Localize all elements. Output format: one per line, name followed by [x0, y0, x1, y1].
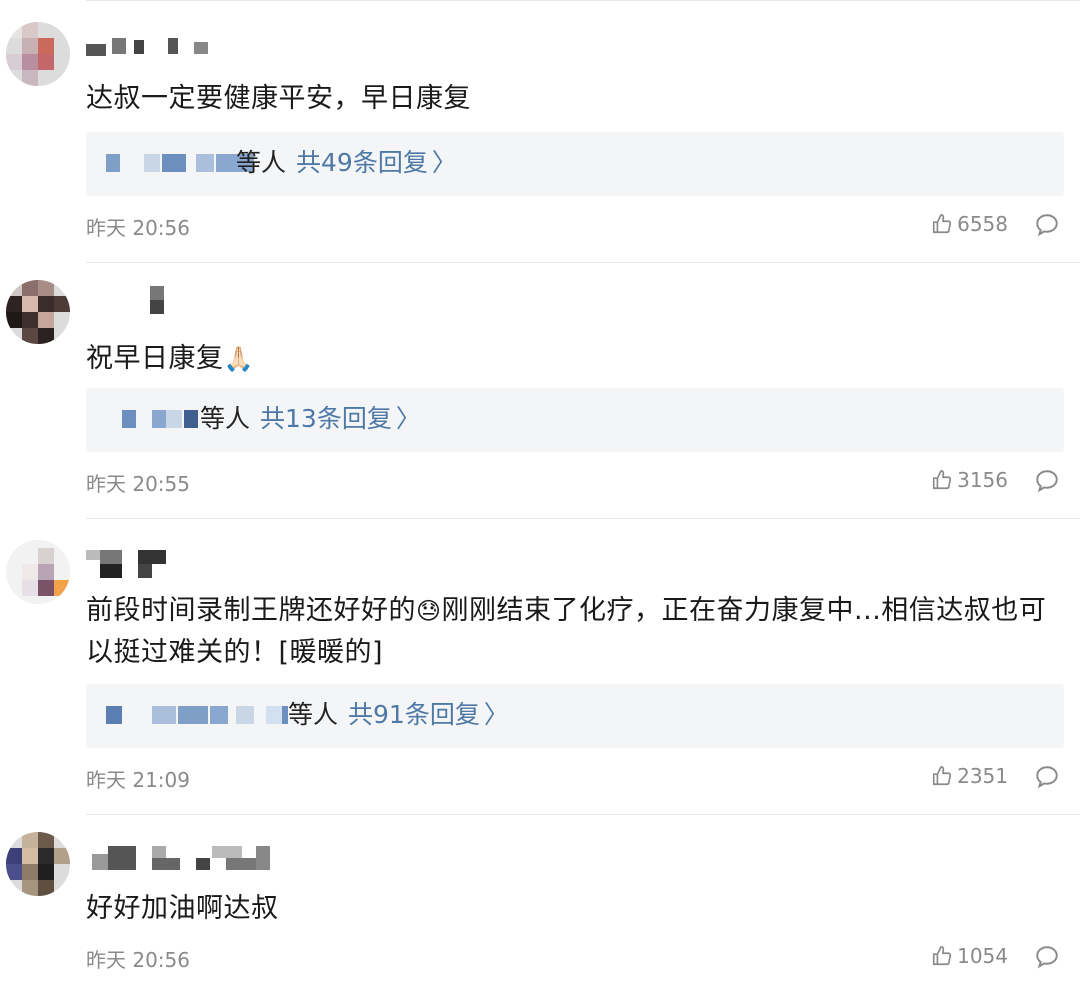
username-obscured[interactable]: [86, 844, 276, 872]
reply-others: 等人: [200, 404, 251, 433]
comment-text-before: 前段时间录制王牌还好好的: [86, 595, 416, 626]
reply-count[interactable]: 共13条回复: [260, 404, 392, 433]
sweat-emoji: 😓: [416, 597, 442, 625]
comment-item: 好好加油啊达叔 昨天 20:56 1054: [0, 814, 1080, 986]
comment-bubble-icon[interactable]: [1034, 212, 1060, 238]
divider: [86, 518, 1080, 519]
comment-text: 好好加油啊达叔: [86, 893, 279, 924]
reply-others: 等人: [288, 700, 339, 729]
comment-item: 前段时间录制王牌还好好的😓刚刚结束了化疗，正在奋力康复中...相信达叔也可以挺过…: [0, 518, 1080, 814]
reply-names-obscured: [106, 410, 206, 430]
like-button[interactable]: 1054: [931, 944, 1008, 968]
like-count: 3156: [957, 468, 1008, 492]
divider: [86, 262, 1080, 263]
thumbs-up-icon: [933, 946, 952, 966]
avatar[interactable]: [6, 540, 70, 604]
thumbs-up-icon: [933, 470, 952, 490]
divider: [86, 814, 1080, 815]
avatar[interactable]: [6, 22, 70, 86]
reply-line[interactable]: 等人 共49条回复〉: [236, 146, 457, 180]
reply-summary[interactable]: 等人 共91条回复〉: [86, 684, 1064, 748]
comment-item: 祝早日康复🙏🏻 等人 共13条回复〉 昨天 20:55 3156: [0, 262, 1080, 518]
reply-count[interactable]: 共91条回复: [348, 700, 480, 729]
reply-count[interactable]: 共49条回复: [296, 148, 428, 177]
reply-summary[interactable]: 等人 共49条回复〉: [86, 132, 1064, 196]
comment-text: 前段时间录制王牌还好好的😓刚刚结束了化疗，正在奋力康复中...相信达叔也可以挺过…: [86, 590, 1056, 674]
chevron-right-icon[interactable]: 〉: [484, 700, 509, 729]
thumbs-up-icon: [933, 214, 952, 234]
reply-names-obscured: [106, 706, 288, 726]
like-button[interactable]: 3156: [931, 468, 1008, 492]
comment-bubble-icon[interactable]: [1034, 468, 1060, 494]
like-count: 1054: [957, 944, 1008, 968]
comment-time: 昨天 20:55: [86, 472, 190, 496]
comment-time: 昨天 20:56: [86, 216, 190, 240]
comment-feed: 达叔一定要健康平安，早日康复 等人共49条回复〉 昨天 20:56 6558: [0, 0, 1080, 986]
reply-names-obscured: [106, 154, 254, 174]
comment-text: 达叔一定要健康平安，早日康复: [86, 83, 471, 114]
comment-text: 祝早日康复🙏🏻: [86, 338, 1056, 380]
chevron-right-icon[interactable]: 〉: [396, 404, 421, 433]
comment-item: 达叔一定要健康平安，早日康复 等人 共49条回复〉 昨天 20:56 6558: [0, 0, 1080, 262]
comment-time: 昨天 21:09: [86, 768, 190, 792]
chevron-right-icon[interactable]: 〉: [432, 148, 457, 177]
reply-line[interactable]: 等人 共13条回复〉: [200, 402, 421, 436]
avatar[interactable]: [6, 280, 70, 344]
avatar[interactable]: [6, 832, 70, 896]
comment-time: 昨天 20:56: [86, 948, 190, 972]
reply-others: 等人: [236, 148, 287, 177]
reply-summary[interactable]: 等人 共13条回复〉: [86, 388, 1064, 452]
divider: [86, 0, 1080, 1]
like-button[interactable]: 2351: [931, 764, 1008, 788]
comment-bubble-icon[interactable]: [1034, 764, 1060, 790]
reply-line[interactable]: 等人 共91条回复〉: [288, 698, 509, 732]
comment-text-main: 祝早日康复: [86, 343, 224, 374]
thumbs-up-icon: [933, 766, 952, 786]
username-obscured[interactable]: [86, 550, 176, 578]
comment-bubble-icon[interactable]: [1034, 944, 1060, 970]
username-obscured[interactable]: [86, 284, 186, 314]
like-count: 6558: [957, 212, 1008, 236]
username-obscured[interactable]: [86, 36, 226, 64]
praying-hands-emoji: 🙏🏻: [223, 345, 254, 373]
like-button[interactable]: 6558: [931, 212, 1008, 236]
like-count: 2351: [957, 764, 1008, 788]
